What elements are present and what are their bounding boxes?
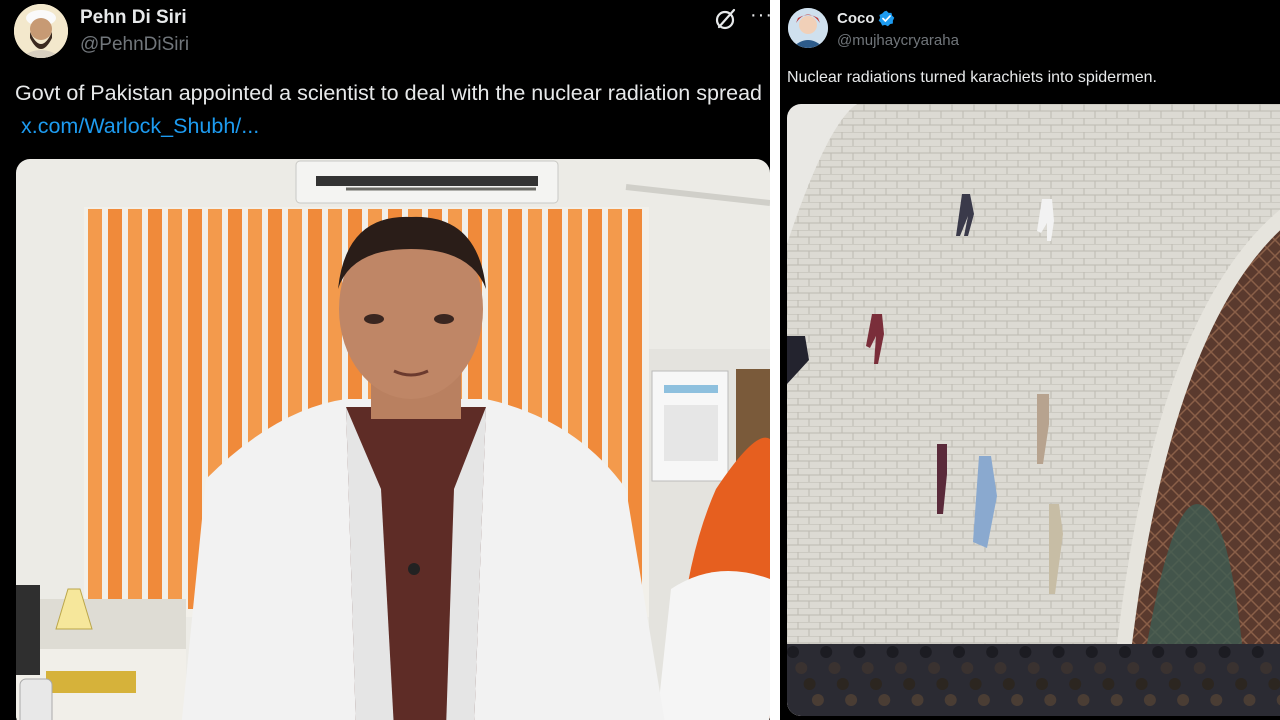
author-name[interactable]: Coco (837, 10, 875, 27)
panel-divider (770, 0, 780, 720)
author-avatar[interactable] (788, 8, 828, 48)
post-photo[interactable] (787, 104, 1280, 716)
post-text-body: Govt of Pakistan appointed a scientist t… (15, 81, 762, 105)
verified-badge-icon (878, 10, 895, 27)
grok-icon[interactable] (713, 6, 739, 32)
more-options-icon[interactable]: ··· (750, 4, 770, 27)
post-text: Nuclear radiations turned karachiets int… (787, 69, 1157, 86)
photo-image (787, 104, 1280, 716)
post-text: Govt of Pakistan appointed a scientist t… (15, 77, 765, 143)
left-post: Pehn Di Siri @PehnDiSiri ··· Govt of Pak… (0, 0, 770, 720)
author-handle[interactable]: @PehnDiSiri (80, 34, 189, 56)
right-post: Coco @mujhaycryaraha Nuclear radiations … (780, 0, 1280, 720)
author-name[interactable]: Pehn Di Siri (80, 7, 187, 29)
author-avatar[interactable] (14, 4, 68, 58)
post-link[interactable]: x.com/Warlock_Shubh/... (21, 114, 259, 138)
avatar-image (788, 8, 828, 48)
author-handle[interactable]: @mujhaycryaraha (837, 32, 959, 49)
video-still-image (16, 159, 770, 720)
post-video[interactable] (16, 159, 770, 720)
avatar-image (14, 4, 68, 58)
